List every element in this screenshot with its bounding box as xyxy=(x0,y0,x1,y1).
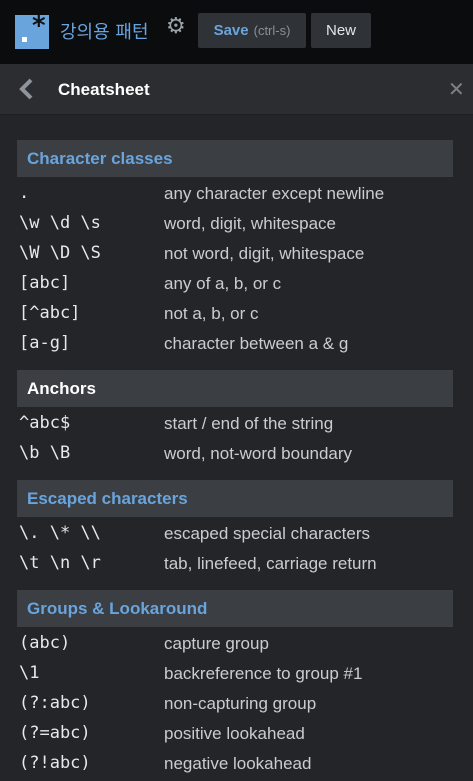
save-shortcut-hint: (ctrl-s) xyxy=(253,23,291,38)
regex-token: . xyxy=(19,183,30,203)
cheatsheet-row[interactable]: (?!abc) negative lookahead xyxy=(17,749,453,779)
token-description: tab, linefeed, carriage return xyxy=(164,554,377,573)
token-description: word, not-word boundary xyxy=(164,444,353,463)
token-description: capture group xyxy=(164,634,269,653)
cheatsheet-row[interactable]: (abc) capture group xyxy=(17,629,453,659)
gear-icon[interactable]: ⚙ xyxy=(166,14,186,39)
token-description: escaped special characters xyxy=(164,524,371,543)
section-header: Character classes xyxy=(17,140,453,177)
token-description: positive lookahead xyxy=(164,724,305,743)
close-icon[interactable]: ✕ xyxy=(448,77,465,101)
token-description: negative lookahead xyxy=(164,754,312,773)
regex-token: (?:abc) xyxy=(19,693,91,713)
dot-glyph xyxy=(22,37,27,42)
regex-token: [^abc] xyxy=(19,303,81,323)
regex-token: [a-g] xyxy=(19,333,71,353)
asterisk-glyph: * xyxy=(31,11,47,41)
chevron-left-icon[interactable] xyxy=(16,78,38,100)
regex-token: \w \d \s xyxy=(19,213,101,233)
pattern-title[interactable]: 강의용 패턴 xyxy=(60,18,149,44)
regex-token: \t \n \r xyxy=(19,553,101,573)
cheatsheet-row[interactable]: \t \n \r tab, linefeed, carriage return xyxy=(17,549,453,579)
cheatsheet-row[interactable]: [abc] any of a, b, or c xyxy=(17,269,453,299)
section-header: Escaped characters xyxy=(17,480,453,517)
cheatsheet-row[interactable]: \w \d \s word, digit, whitespace xyxy=(17,209,453,239)
cheatsheet-header: Cheatsheet ✕ xyxy=(0,64,473,115)
section-title: Groups & Lookaround xyxy=(27,599,208,618)
section-title: Anchors xyxy=(27,379,96,398)
section-header: Groups & Lookaround xyxy=(17,590,453,627)
token-description: any of a, b, or c xyxy=(164,274,282,293)
cheatsheet-row[interactable]: \W \D \S not word, digit, whitespace xyxy=(17,239,453,269)
save-button[interactable]: Save (ctrl-s) xyxy=(198,13,306,48)
cheatsheet-row[interactable]: ^abc$ start / end of the string xyxy=(17,409,453,439)
regex-token: (abc) xyxy=(19,633,71,653)
cheatsheet-row[interactable]: [^abc] not a, b, or c xyxy=(17,299,453,329)
cheatsheet-row[interactable]: [a-g] character between a & g xyxy=(17,329,453,359)
cheatsheet-row[interactable]: (?=abc) positive lookahead xyxy=(17,719,453,749)
regex-token: ^abc$ xyxy=(19,413,71,433)
save-button-label: Save xyxy=(213,22,249,39)
cheatsheet-row[interactable]: . any character except newline xyxy=(17,179,453,209)
token-description: not word, digit, whitespace xyxy=(164,244,365,263)
regex-token: \W \D \S xyxy=(19,243,101,263)
regex-token: \b \B xyxy=(19,443,71,463)
regex-token: [abc] xyxy=(19,273,71,293)
token-description: backreference to group #1 xyxy=(164,664,363,683)
regex-token: \. \* \\ xyxy=(19,523,101,543)
section-header: Anchors xyxy=(17,370,453,407)
cheatsheet-row[interactable]: \1 backreference to group #1 xyxy=(17,659,453,689)
section-title: Character classes xyxy=(27,149,173,168)
token-description: non-capturing group xyxy=(164,694,317,713)
token-description: not a, b, or c xyxy=(164,304,259,323)
cheatsheet-row[interactable]: (?:abc) non-capturing group xyxy=(17,689,453,719)
regexr-logo[interactable]: * xyxy=(15,11,49,49)
regex-token: \1 xyxy=(19,663,40,683)
new-button[interactable]: New xyxy=(311,13,371,48)
cheatsheet-row[interactable]: \b \B word, not-word boundary xyxy=(17,439,453,469)
token-description: any character except newline xyxy=(164,184,385,203)
cheatsheet-title: Cheatsheet xyxy=(58,80,150,99)
token-description: word, digit, whitespace xyxy=(164,214,336,233)
token-description: character between a & g xyxy=(164,334,349,353)
regex-token: (?!abc) xyxy=(19,753,91,773)
top-bar: * 강의용 패턴 ⚙ Save (ctrl-s) New xyxy=(0,0,473,64)
regex-token: (?=abc) xyxy=(19,723,91,743)
token-description: start / end of the string xyxy=(164,414,334,433)
cheatsheet-row[interactable]: \. \* \\ escaped special characters xyxy=(17,519,453,549)
section-title: Escaped characters xyxy=(27,489,188,508)
